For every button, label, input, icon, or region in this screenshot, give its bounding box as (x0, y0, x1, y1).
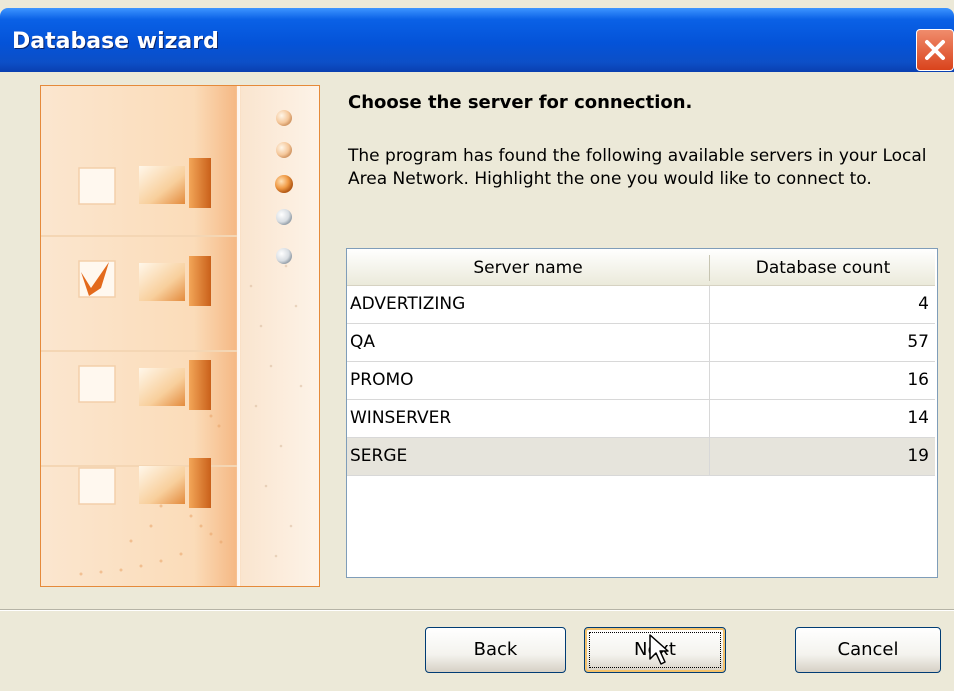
database-count-cell: 16 (907, 370, 929, 390)
column-divider[interactable] (709, 255, 710, 281)
step-description: The program has found the following avai… (348, 146, 927, 189)
cell-divider (709, 438, 710, 475)
table-header: Server name Database count (347, 249, 935, 286)
table-row[interactable]: ADVERTIZING 4 (347, 286, 935, 324)
server-list[interactable]: Server name Database count ADVERTIZING 4… (346, 248, 938, 578)
column-header-server-name[interactable]: Server name (347, 249, 709, 285)
server-name-cell: SERGE (350, 446, 408, 466)
mouse-cursor-icon (649, 634, 669, 665)
wizard-window: Database wizard Choose the server for co… (0, 0, 954, 691)
close-button[interactable] (916, 29, 954, 71)
button-bar-divider-highlight (0, 610, 954, 611)
database-count-cell: 14 (907, 408, 929, 428)
server-name-cell: ADVERTIZING (350, 294, 466, 314)
close-icon (925, 40, 945, 60)
wizard-illustration (40, 85, 320, 587)
table-row[interactable]: QA 57 (347, 324, 935, 362)
database-count-cell: 4 (918, 294, 929, 314)
illustration-graphic (41, 86, 303, 586)
server-name-cell: WINSERVER (350, 408, 452, 428)
table-row-selected[interactable]: SERGE 19 (347, 438, 935, 476)
database-count-cell: 19 (907, 446, 929, 466)
cell-divider (709, 286, 710, 323)
server-name-cell: PROMO (350, 370, 414, 390)
step-heading: Choose the server for connection. (348, 92, 693, 113)
cell-divider (709, 400, 710, 437)
back-button[interactable]: Back (425, 627, 566, 673)
title-bar[interactable]: Database wizard (0, 8, 954, 72)
table-row[interactable]: WINSERVER 14 (347, 400, 935, 438)
cancel-button[interactable]: Cancel (795, 627, 941, 673)
database-count-cell: 57 (907, 332, 929, 352)
server-name-cell: QA (350, 332, 376, 352)
window-title: Database wizard (12, 29, 219, 54)
column-header-database-count[interactable]: Database count (711, 249, 935, 285)
table-row[interactable]: PROMO 16 (347, 362, 935, 400)
cell-divider (709, 324, 710, 361)
cell-divider (709, 362, 710, 399)
